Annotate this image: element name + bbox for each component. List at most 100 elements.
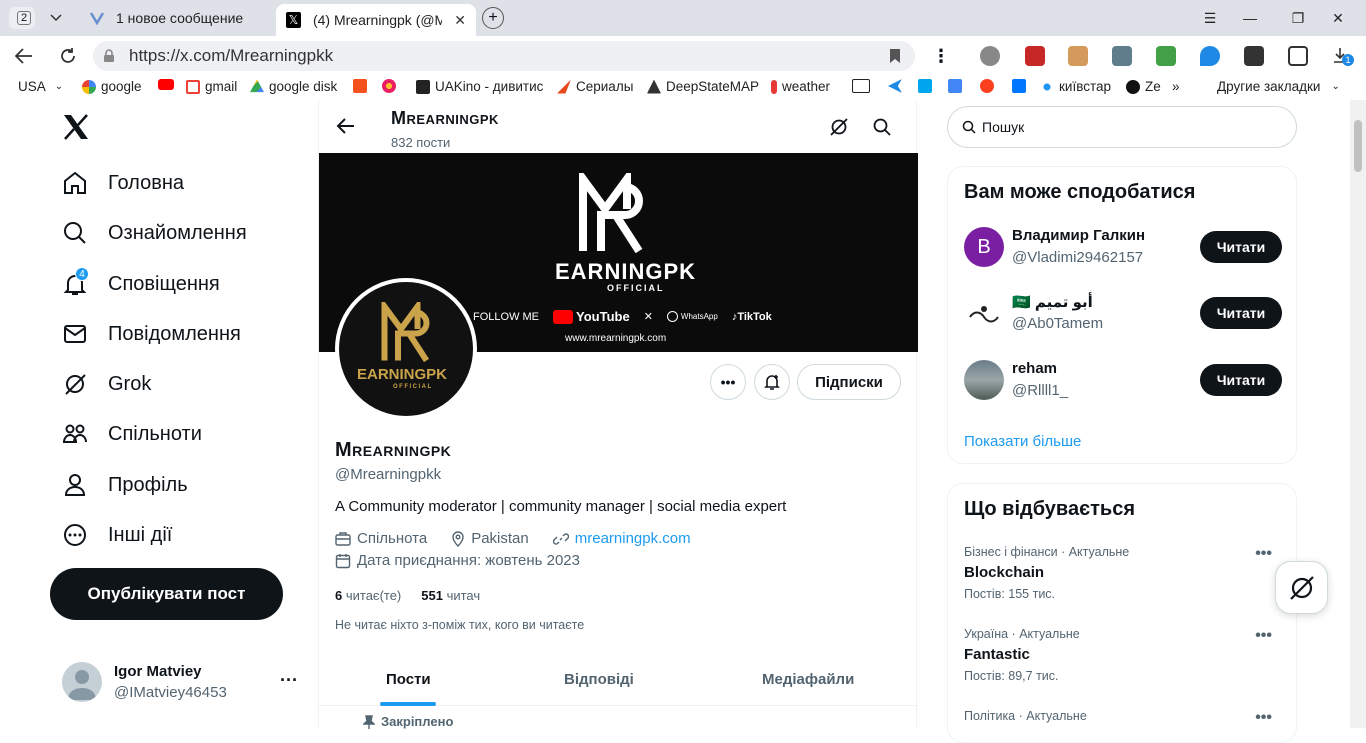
- kebab-menu-icon[interactable]: ⋮: [929, 44, 953, 68]
- bookmark-translate[interactable]: [948, 79, 962, 93]
- more-bookmarks[interactable]: »: [1172, 79, 1180, 94]
- bookmark-vk[interactable]: [1012, 79, 1026, 93]
- link-icon: [552, 532, 569, 545]
- sidebar-item-more[interactable]: Інші дії: [62, 522, 172, 548]
- following-button[interactable]: Підписки: [797, 364, 901, 400]
- extension-diamond-icon[interactable]: [1200, 46, 1220, 66]
- extension-red-icon[interactable]: [1025, 46, 1045, 66]
- profile-avatar[interactable]: EARNINGPK OFFICIAL: [335, 278, 477, 420]
- grok-icon[interactable]: [829, 117, 849, 137]
- extension-box-icon[interactable]: [1068, 46, 1088, 66]
- right-sidebar: Пошук Вам може сподобатися B Владимир Га…: [947, 100, 1297, 743]
- bookmark-series[interactable]: Сериалы: [557, 79, 633, 94]
- following-link[interactable]: 6 читає(те): [335, 588, 401, 603]
- tab-media[interactable]: Медіафайли: [762, 671, 854, 688]
- bookmark-weather[interactable]: weather: [771, 79, 830, 94]
- extension-list-icon[interactable]: [1112, 46, 1132, 66]
- url-field[interactable]: https://x.com/Mrearningpkk: [93, 41, 915, 71]
- chevron-down-icon: ⌄: [54, 81, 64, 92]
- page-scrollbar[interactable]: [1350, 100, 1366, 728]
- bookmark-f[interactable]: [353, 79, 367, 93]
- bookmark-ze[interactable]: Ze: [1126, 79, 1161, 94]
- tab-close-icon[interactable]: ✕: [454, 12, 466, 29]
- globe-extension-icon[interactable]: [980, 46, 1000, 66]
- bookmark-icon[interactable]: [889, 48, 901, 64]
- trend-more-icon[interactable]: •••: [1255, 545, 1272, 563]
- tab-count-value: 2: [17, 11, 32, 25]
- suggested-user[interactable]: أبو تميم 🇸🇦 @Ab0Tamem Читати: [964, 291, 1282, 335]
- suggested-user[interactable]: B Владимир Галкин @Vladimi29462157 Читат…: [964, 225, 1282, 269]
- bookmarks-bar: USA ⌄ google gmail google disk UAKino - д…: [0, 76, 1366, 100]
- reload-icon[interactable]: [56, 44, 80, 68]
- profile-website-link[interactable]: mrearningpk.com: [575, 530, 691, 547]
- trend-category: Бізнес і фінанси · Актуальне: [964, 545, 1130, 559]
- bookmark-bc[interactable]: [852, 79, 870, 93]
- trend-item[interactable]: Політика · Актуальне •••: [964, 709, 1282, 726]
- post-button[interactable]: Опублікувати пост: [50, 568, 283, 620]
- bookmark-usa[interactable]: USA ⌄: [18, 79, 63, 94]
- x-favicon-icon: 𝕏: [286, 12, 301, 28]
- sidebar-item-home[interactable]: Головна: [62, 170, 184, 196]
- show-more-link[interactable]: Показати більше: [964, 433, 1081, 450]
- banner-site: www.mrearningpk.com: [565, 333, 667, 344]
- profile-category: Спільнота: [357, 530, 428, 547]
- sidebar-item-notifications[interactable]: 4 Сповіщення: [62, 267, 220, 297]
- bookmark-deepstate[interactable]: DeepStateMAP: [647, 79, 759, 94]
- search-icon[interactable]: [872, 117, 892, 137]
- minimize-icon[interactable]: —: [1230, 0, 1270, 36]
- account-switcher[interactable]: Igor Matviey @IMatviey46453 ···: [62, 662, 302, 706]
- trend-item[interactable]: Бізнес і фінанси · Актуальне Blockchain …: [964, 545, 1282, 601]
- bookmark-google-disk[interactable]: google disk: [250, 79, 337, 94]
- sidebar-item-messages[interactable]: Повідомлення: [62, 321, 241, 347]
- restore-icon[interactable]: ❐: [1278, 0, 1318, 36]
- mail-icon: [62, 321, 88, 347]
- close-window-icon[interactable]: ✕: [1318, 0, 1358, 36]
- new-tab-button[interactable]: +: [482, 7, 504, 29]
- search-input[interactable]: Пошук: [947, 106, 1297, 148]
- x-logo-icon[interactable]: [62, 114, 90, 140]
- deepstate-icon: [647, 79, 661, 94]
- tab-list-chevron-icon[interactable]: [44, 7, 68, 29]
- download-extension-icon[interactable]: [1156, 46, 1176, 66]
- sidebar-item-communities[interactable]: Спільноти: [62, 421, 202, 447]
- sidebar-item-grok[interactable]: Grok: [62, 371, 151, 397]
- bookmark-p[interactable]: [918, 79, 932, 93]
- trend-more-icon[interactable]: •••: [1255, 709, 1272, 727]
- browser-tab-messages[interactable]: 1 новое сообщение: [80, 4, 270, 32]
- tab-counter[interactable]: 2: [9, 7, 35, 29]
- back-arrow-icon[interactable]: [335, 117, 355, 135]
- follow-button[interactable]: Читати: [1200, 297, 1282, 329]
- profile-more-button[interactable]: •••: [710, 364, 746, 400]
- suggested-user-name: Владимир Галкин: [1012, 227, 1146, 244]
- notify-bell-button[interactable]: [754, 364, 790, 400]
- follow-button[interactable]: Читати: [1200, 364, 1282, 396]
- suggested-user[interactable]: reham @Rllll1_ Читати: [964, 358, 1282, 402]
- bookmark-youtube[interactable]: [158, 79, 174, 90]
- back-arrow-icon[interactable]: [12, 44, 36, 68]
- tab-replies[interactable]: Відповіді: [564, 671, 634, 688]
- avatar-brand: EARNINGPK: [357, 366, 448, 383]
- sidebar-item-explore[interactable]: Ознайомлення: [62, 220, 247, 246]
- browser-tab-x-profile[interactable]: 𝕏 (4) Mrearningpk (@Mrearningpkk) / X ✕: [276, 4, 476, 36]
- menu-icon[interactable]: ☰: [1190, 0, 1230, 36]
- account-more-icon[interactable]: ···: [280, 670, 298, 691]
- bookmark-uakino[interactable]: UAKino - дивитис: [416, 79, 543, 94]
- tab-posts[interactable]: Пости: [386, 671, 431, 688]
- trend-item[interactable]: Україна · Актуальне Fantastic Постів: 89…: [964, 627, 1282, 683]
- bookmark-yandex[interactable]: [980, 79, 994, 93]
- other-bookmarks[interactable]: Другие закладки ⌄: [1217, 79, 1340, 94]
- sidebar-item-profile[interactable]: Профіль: [62, 472, 188, 498]
- downloads-icon[interactable]: 1: [1332, 46, 1354, 66]
- bookmark-gmail[interactable]: gmail: [186, 79, 237, 94]
- bookmark-arrow[interactable]: [888, 79, 902, 93]
- bookmark-kyivstar[interactable]: київстар: [1040, 79, 1111, 94]
- followers-link[interactable]: 551 читач: [421, 588, 480, 603]
- extensions-puzzle-icon[interactable]: [1288, 46, 1308, 66]
- scrollbar-thumb[interactable]: [1354, 120, 1362, 172]
- follow-button[interactable]: Читати: [1200, 231, 1282, 263]
- grok-floating-button[interactable]: [1275, 561, 1328, 614]
- trend-more-icon[interactable]: •••: [1255, 627, 1272, 645]
- bookmark-flower[interactable]: [382, 79, 396, 93]
- extension-dark-icon[interactable]: [1244, 46, 1264, 66]
- bookmark-google[interactable]: google: [82, 79, 142, 94]
